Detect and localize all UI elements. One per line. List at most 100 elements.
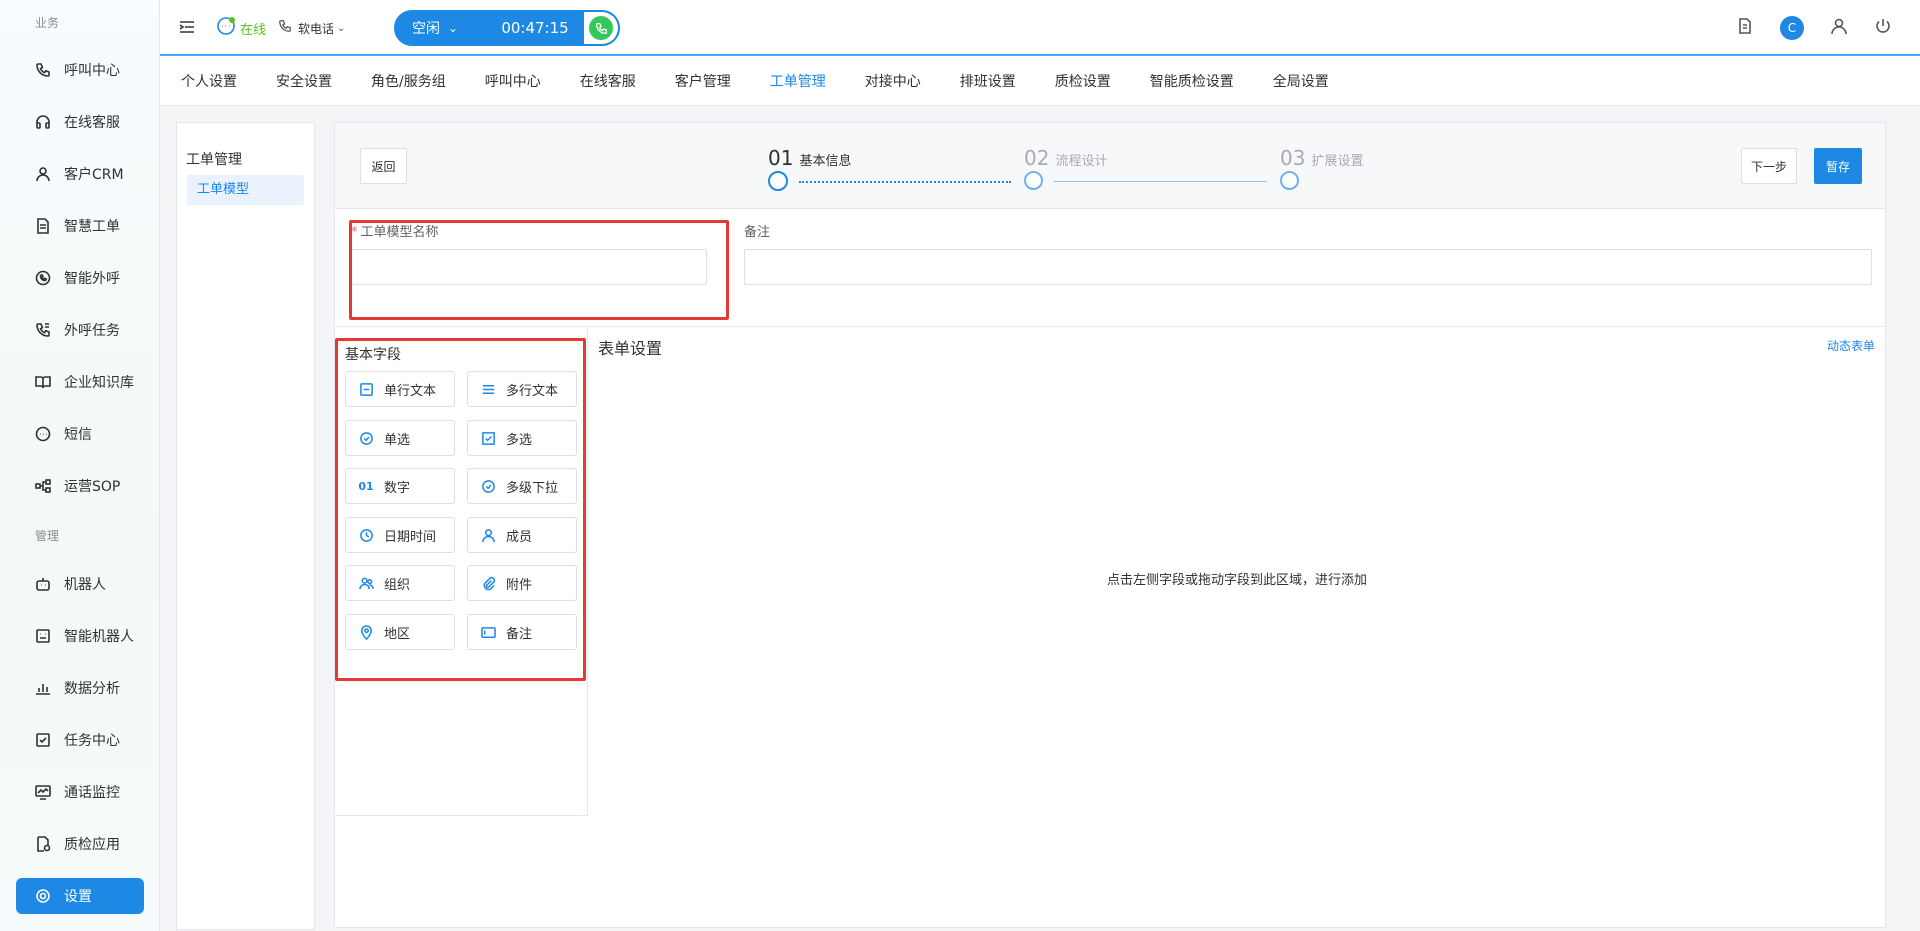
remark-input[interactable] — [744, 249, 1872, 285]
ticket-model-editor: 返回 01 基本信息 02 流程设计 03 扩展设置 下一步 暂存 * 工单模型名… — [334, 122, 1886, 928]
flow-icon — [34, 477, 52, 495]
power-icon[interactable] — [1874, 17, 1892, 39]
task-icon — [34, 731, 52, 749]
report-icon[interactable] — [1736, 17, 1754, 39]
dynamic-form-link[interactable]: 动态表单 — [1827, 337, 1875, 354]
chevron-down-icon: ⌄ — [448, 21, 459, 35]
sidebar-item-crm[interactable]: 客户CRM — [16, 156, 144, 192]
avatar[interactable]: C — [1780, 16, 1804, 40]
chart-icon — [34, 679, 52, 697]
sidebar-item-sms[interactable]: 短信 — [16, 416, 144, 452]
tab-integration[interactable]: 对接中心 — [865, 71, 921, 91]
monitor-icon — [34, 783, 52, 801]
phone-type: 软电话 — [298, 21, 335, 36]
sidebar-item-label: 任务中心 — [64, 733, 120, 749]
nav-item-ticket-model[interactable]: 工单模型 — [187, 175, 304, 205]
step-bar: 返回 01 基本信息 02 流程设计 03 扩展设置 下一步 暂存 — [335, 123, 1885, 209]
sidebar-section-manage: 管理 — [35, 529, 60, 543]
sidebar: 业务 呼叫中心 在线客服 客户CRM 智慧工单 智能外呼 外呼任务 企业知识库 … — [0, 0, 160, 931]
tab-security[interactable]: 安全设置 — [276, 71, 332, 91]
sidebar-item-label: 数据分析 — [64, 681, 120, 697]
tab-ticket-management[interactable]: 工单管理 — [770, 71, 826, 91]
header-actions: C — [1736, 16, 1892, 40]
step-2-dot — [1024, 171, 1043, 190]
sidebar-item-smart-robot[interactable]: 智能机器人 — [16, 618, 144, 654]
tab-smart-quality[interactable]: 智能质检设置 — [1150, 71, 1234, 91]
sidebar-item-sop[interactable]: 运营SOP — [16, 468, 144, 504]
tab-roles[interactable]: 角色/服务组 — [371, 71, 446, 91]
agent-status[interactable]: 在线 软电话 ⌄ — [216, 16, 345, 40]
save-draft-button[interactable]: 暂存 — [1814, 148, 1862, 184]
phone-icon — [34, 61, 52, 79]
headset-icon — [34, 113, 52, 131]
online-status: 在线 — [240, 22, 267, 38]
sidebar-item-label: 在线客服 — [64, 115, 120, 131]
panel-title: 工单管理 — [186, 152, 242, 168]
tab-customer[interactable]: 客户管理 — [675, 71, 731, 91]
sms-icon — [34, 425, 52, 443]
phone-icon — [589, 16, 613, 40]
form-dropzone-hint[interactable]: 点击左侧字段或拖动字段到此区域，进行添加 — [588, 569, 1886, 588]
phone-icon — [278, 19, 292, 37]
step-3[interactable]: 03 扩展设置 — [1280, 146, 1363, 170]
whatsapp-icon — [34, 269, 52, 287]
sidebar-item-ticket[interactable]: 智慧工单 — [16, 208, 144, 244]
remark-label: 备注 — [744, 225, 771, 240]
top-header: 在线 软电话 ⌄ 空闲 ⌄ 00:47:15 C — [160, 0, 1920, 56]
highlight-box-fields — [335, 338, 586, 681]
step-label: 基本信息 — [799, 154, 852, 169]
sidebar-item-data-analysis[interactable]: 数据分析 — [16, 670, 144, 706]
sidebar-item-robot[interactable]: 机器人 — [16, 566, 144, 602]
call-timer: 00:47:15 — [501, 19, 569, 37]
sidebar-item-smart-call[interactable]: 智能外呼 — [16, 260, 144, 296]
call-state-dropdown[interactable]: 空闲 ⌄ — [396, 18, 486, 38]
step-number: 02 — [1024, 146, 1050, 170]
chevron-down-icon: ⌄ — [337, 22, 346, 34]
sidebar-section-business: 业务 — [35, 16, 60, 30]
sidebar-item-settings[interactable]: 设置 — [16, 878, 144, 914]
next-step-button[interactable]: 下一步 — [1741, 148, 1797, 184]
sidebar-item-label: 企业知识库 — [64, 375, 134, 391]
step-2[interactable]: 02 流程设计 — [1024, 146, 1107, 170]
step-label: 流程设计 — [1055, 154, 1108, 169]
tab-online-service[interactable]: 在线客服 — [580, 71, 636, 91]
sidebar-item-label: 运营SOP — [64, 479, 121, 495]
smart-robot-icon — [34, 627, 52, 645]
inspect-icon — [34, 835, 52, 853]
sidebar-item-label: 机器人 — [64, 577, 106, 593]
sidebar-item-quality-app[interactable]: 质检应用 — [16, 826, 144, 862]
step-number: 01 — [768, 146, 794, 170]
tab-quality[interactable]: 质检设置 — [1055, 71, 1111, 91]
menu-collapse-icon[interactable] — [178, 18, 196, 36]
sidebar-item-label: 外呼任务 — [64, 323, 120, 339]
tab-personal[interactable]: 个人设置 — [181, 71, 237, 91]
sidebar-item-online-service[interactable]: 在线客服 — [16, 104, 144, 140]
sidebar-item-outbound-task[interactable]: 外呼任务 — [16, 312, 144, 348]
step-1-dot — [768, 171, 788, 191]
settings-tabs: 个人设置 安全设置 角色/服务组 呼叫中心 在线客服 客户管理 工单管理 对接中… — [160, 56, 1920, 106]
tab-call-center[interactable]: 呼叫中心 — [485, 71, 541, 91]
document-icon — [34, 217, 52, 235]
sidebar-item-label: 客户CRM — [64, 167, 124, 183]
sidebar-item-label: 质检应用 — [64, 837, 120, 853]
sidebar-item-call-center[interactable]: 呼叫中心 — [16, 52, 144, 88]
back-button[interactable]: 返回 — [360, 148, 407, 184]
call-status-pill: 空闲 ⌄ 00:47:15 — [394, 10, 620, 46]
form-settings-title: 表单设置 — [598, 339, 663, 358]
dial-button[interactable] — [584, 12, 618, 44]
robot-icon — [34, 575, 52, 593]
chat-status-icon — [216, 16, 236, 40]
tab-global[interactable]: 全局设置 — [1273, 71, 1329, 91]
tab-scheduling[interactable]: 排班设置 — [960, 71, 1016, 91]
sidebar-item-label: 智能机器人 — [64, 629, 134, 645]
sidebar-item-call-monitor[interactable]: 通话监控 — [16, 774, 144, 810]
call-state-label: 空闲 — [412, 21, 440, 37]
sidebar-item-label: 智慧工单 — [64, 219, 120, 235]
step-1[interactable]: 01 基本信息 — [768, 146, 851, 170]
sidebar-item-task-center[interactable]: 任务中心 — [16, 722, 144, 758]
step-3-dot — [1280, 171, 1299, 190]
sidebar-item-label: 呼叫中心 — [64, 63, 120, 79]
user-icon[interactable] — [1830, 17, 1848, 39]
step-label: 扩展设置 — [1311, 154, 1364, 169]
sidebar-item-knowledge[interactable]: 企业知识库 — [16, 364, 144, 400]
